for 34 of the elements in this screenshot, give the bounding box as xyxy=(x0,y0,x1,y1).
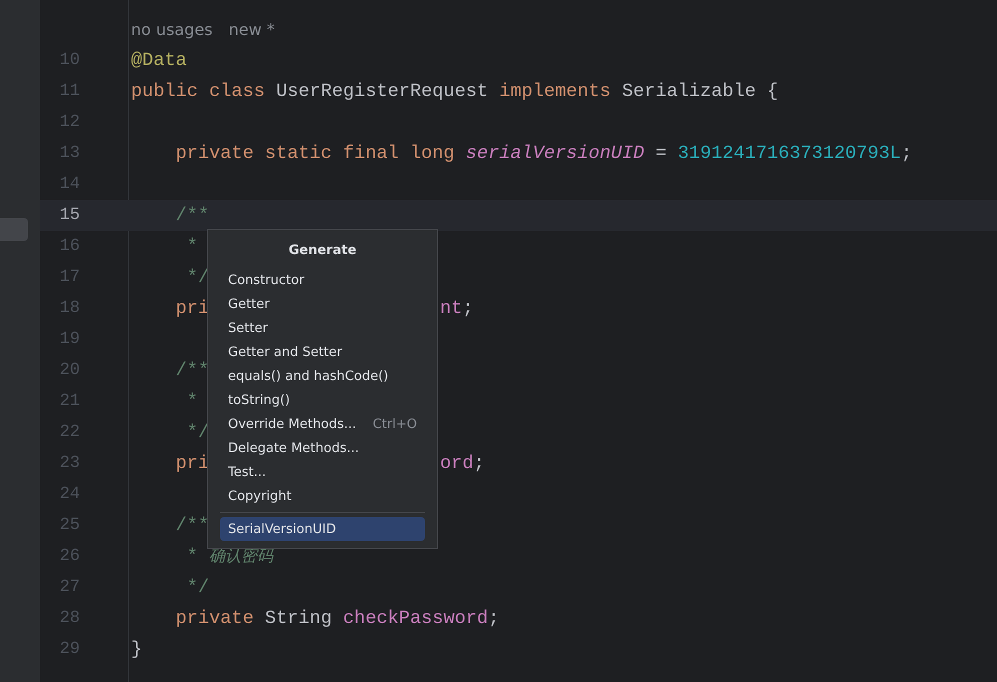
menu-item[interactable]: Test... xyxy=(220,460,425,484)
code-line: private static final long serialVersionUID = 3191241716373120793L; xyxy=(174,143,912,164)
sidebar-tab[interactable] xyxy=(0,218,28,241)
line-number: 15 xyxy=(60,206,80,225)
code-line: */ xyxy=(186,577,210,598)
inlay-hint[interactable]: no usages xyxy=(131,20,213,39)
code-line: * xyxy=(186,391,198,412)
menu-item[interactable]: toString() xyxy=(220,388,425,412)
menu-item[interactable]: equals() and hashCode() xyxy=(220,364,425,388)
menu-item[interactable]: Override Methods... Ctrl+O xyxy=(220,412,425,436)
code-line: pri xyxy=(174,298,210,319)
popup-title: Generate xyxy=(288,242,358,260)
code-line: @Data xyxy=(131,50,187,71)
inlay-hint[interactable]: new * xyxy=(228,20,275,39)
code-line: */ xyxy=(186,422,210,443)
code-line: /** xyxy=(174,515,210,536)
menu-item[interactable]: SerialVersionUID xyxy=(220,517,425,541)
menu-item[interactable]: Getter xyxy=(220,292,425,316)
code-line: /** xyxy=(174,360,210,381)
code-line: * xyxy=(186,236,198,257)
code-line: private String checkPassword; xyxy=(174,608,500,629)
code-line: * 确认密码 xyxy=(186,546,274,567)
code-line: public class UserRegisterRequest implements Serializable { xyxy=(131,81,778,102)
menu-item[interactable]: Delegate Methods... xyxy=(220,436,425,460)
menu-item[interactable]: Getter and Setter xyxy=(220,340,425,364)
menu-item[interactable]: Constructor xyxy=(220,268,425,292)
code-line: */ xyxy=(186,267,210,288)
menu-item[interactable]: Copyright xyxy=(220,484,425,508)
code-line: /** xyxy=(174,205,210,226)
code-line: pri xyxy=(174,453,210,474)
code-line: nt; xyxy=(440,298,474,319)
code-line: } xyxy=(131,639,142,660)
menu-item[interactable]: Setter xyxy=(220,316,425,340)
code-line: ord; xyxy=(440,453,485,474)
